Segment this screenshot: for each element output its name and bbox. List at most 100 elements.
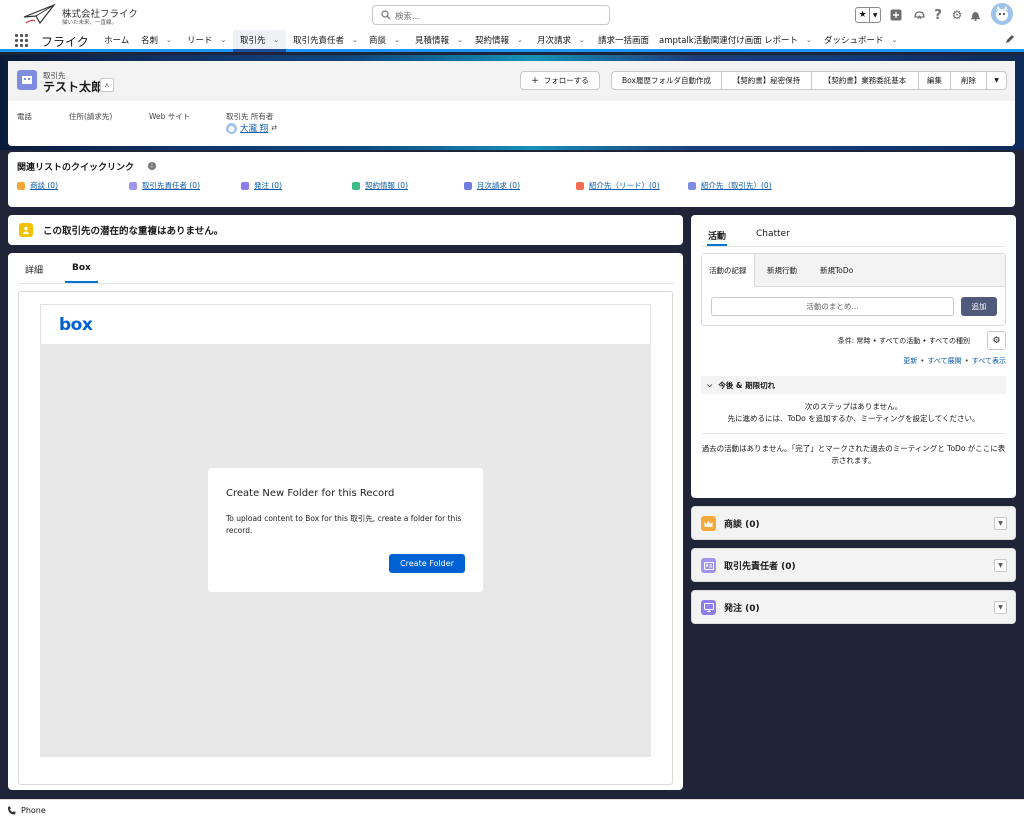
help-icon[interactable]: ? xyxy=(930,7,946,23)
activity-links: 更新 • すべて展開 • すべて表示 xyxy=(903,357,1006,365)
follow-button[interactable]: + フォローする xyxy=(520,71,600,90)
related-list-title[interactable]: 取引先責任者 (0) xyxy=(724,559,796,572)
box-logo: box xyxy=(59,315,93,335)
billing-icon xyxy=(464,181,472,190)
quick-link-contacts[interactable]: 取引先責任者 (0) xyxy=(129,180,200,191)
favorites-button[interactable]: ★ ▼ xyxy=(855,7,881,23)
quick-link-referral-leads[interactable]: 紹介先（リード）(0) xyxy=(576,180,660,191)
chevron-down-icon[interactable]: ▼ xyxy=(870,8,880,22)
chevron-down-icon: ⌵ xyxy=(707,380,713,389)
activity-publisher: 活動の記録 新規行動 新規ToDo 活動のまとめ... 追加 xyxy=(701,253,1006,326)
utility-bar: Phone xyxy=(0,799,1024,823)
nda-contract-button[interactable]: 【契約書】秘密保持 xyxy=(721,71,812,90)
nav-item-contacts[interactable]: 取引先責任者 ⌄ xyxy=(293,30,358,49)
publisher-tab-new-task[interactable]: 新規ToDo xyxy=(813,254,860,287)
nav-item-reports[interactable]: レポート ⌄ xyxy=(764,30,812,49)
chevron-down-icon: ⌄ xyxy=(457,35,463,44)
phone-icon xyxy=(8,806,16,815)
publisher-tab-log-call[interactable]: 活動の記録 xyxy=(702,254,755,287)
related-list-title[interactable]: 発注 (0) xyxy=(724,601,760,614)
global-header: 株式会社フライク 描いた未来、一直線。 検索... ★ ▼ ? ⚙ xyxy=(0,0,1024,30)
setup-gear-icon[interactable]: ⚙ xyxy=(949,7,965,23)
related-list-title[interactable]: 商談 (0) xyxy=(724,517,760,530)
activity-summary-input[interactable]: 活動のまとめ... xyxy=(711,297,954,316)
related-list-menu-button[interactable]: ▼ xyxy=(994,559,1007,572)
nav-item-quotes[interactable]: 見積情報 ⌄ xyxy=(415,30,463,49)
billing-address-field-label: 住所(請求先) xyxy=(69,112,113,121)
global-actions-icon[interactable] xyxy=(888,7,904,23)
related-list-menu-button[interactable]: ▼ xyxy=(994,517,1007,530)
hierarchy-button[interactable]: ⋏ xyxy=(100,78,114,92)
chevron-down-icon: ⌄ xyxy=(579,35,585,44)
chevron-down-icon: ⌄ xyxy=(352,35,358,44)
user-avatar[interactable] xyxy=(991,3,1013,25)
activity-filter-button[interactable]: ⚙ xyxy=(987,331,1006,350)
refresh-link[interactable]: 更新 xyxy=(903,357,917,365)
info-icon[interactable]: i xyxy=(148,162,156,170)
view-all-link[interactable]: すべて表示 xyxy=(972,357,1006,365)
related-list-menu-button[interactable]: ▼ xyxy=(994,601,1007,614)
nav-item-accounts[interactable]: 取引先 ⌄ xyxy=(233,30,287,52)
company-logo[interactable] xyxy=(22,3,56,27)
nav-item-dashboards[interactable]: ダッシュボード ⌄ xyxy=(824,30,897,49)
notifications-bell-icon[interactable] xyxy=(967,7,983,23)
nav-item-home[interactable]: ホーム xyxy=(104,30,129,49)
more-actions-button[interactable]: ▼ xyxy=(986,71,1007,90)
nav-item-business-cards[interactable]: 名刺 ⌄ xyxy=(141,30,172,49)
activity-panel: 活動 Chatter 活動の記録 新規行動 新規ToDo 活動のまとめ... 追… xyxy=(691,215,1016,498)
tab-activity[interactable]: 活動 xyxy=(707,229,728,246)
utility-phone[interactable]: Phone xyxy=(7,806,46,815)
order-icon xyxy=(241,181,249,190)
owner-link[interactable]: 大瀧 翔 xyxy=(240,122,268,134)
quick-link-orders[interactable]: 発注 (0) xyxy=(241,180,282,191)
nav-item-contracts[interactable]: 契約情報 ⌄ xyxy=(475,30,523,49)
referral-lead-icon xyxy=(576,181,584,190)
duplicate-alert-text: この取引先の潜在的な重複はありません。 xyxy=(43,226,224,237)
box-folder-auto-create-button[interactable]: Box履歴フォルダ自動作成 xyxy=(611,71,722,90)
nav-item-monthly-billing[interactable]: 月次請求 ⌄ xyxy=(537,30,585,49)
gear-icon: ⚙ xyxy=(992,335,1001,346)
upcoming-overdue-section[interactable]: ⌵ 今後 & 期限切れ xyxy=(701,376,1006,394)
brand-tagline: 描いた未来、一直線。 xyxy=(62,20,118,26)
owner-field: 大瀧 翔 ⇄ xyxy=(226,122,277,134)
record-main-panel: 詳細 Box box Create New Folder for this Re… xyxy=(8,253,683,790)
nav-item-amptalk[interactable]: amptalk活動関連付け画面 xyxy=(659,30,762,49)
chevron-down-icon: ⌄ xyxy=(394,35,400,44)
app-name: フライク xyxy=(41,35,89,49)
tab-chatter[interactable]: Chatter xyxy=(756,229,790,246)
quick-link-referral-accounts[interactable]: 紹介先（取引先）(0) xyxy=(688,180,772,191)
trailhead-icon[interactable] xyxy=(911,7,927,23)
change-owner-icon[interactable]: ⇄ xyxy=(271,124,277,132)
star-icon[interactable]: ★ xyxy=(856,8,871,22)
tab-box[interactable]: Box xyxy=(65,263,98,283)
tab-details[interactable]: 詳細 xyxy=(25,263,43,283)
add-activity-button[interactable]: 追加 xyxy=(961,297,997,316)
chevron-down-icon: ▼ xyxy=(994,77,999,84)
global-search[interactable]: 検索... xyxy=(372,5,610,25)
account-object-icon xyxy=(17,70,37,90)
service-contract-button[interactable]: 【契約書】業務委託基本 xyxy=(811,71,919,90)
nav-item-leads[interactable]: リード ⌄ xyxy=(187,30,226,49)
nav-item-opportunities[interactable]: 商談 ⌄ xyxy=(369,30,400,49)
app-launcher-icon[interactable] xyxy=(15,34,28,47)
duplicate-alert: この取引先の潜在的な重複はありません。 xyxy=(8,215,683,245)
publisher-tab-new-event[interactable]: 新規行動 xyxy=(760,254,804,287)
edit-button[interactable]: 編集 xyxy=(918,71,951,90)
quick-link-contracts[interactable]: 契約情報 (0) xyxy=(352,180,408,191)
delete-button[interactable]: 削除 xyxy=(950,71,987,90)
quick-link-opportunities[interactable]: 商談 (0) xyxy=(17,180,58,191)
chevron-down-icon: ⌄ xyxy=(220,35,227,44)
search-icon xyxy=(381,10,391,20)
opportunity-crown-icon xyxy=(701,516,716,531)
expand-all-link[interactable]: すべて展開 xyxy=(927,357,961,365)
quick-link-monthly-billing[interactable]: 月次請求 (0) xyxy=(464,180,520,191)
edit-nav-pencil-icon[interactable] xyxy=(1005,34,1015,44)
box-embed-frame: box Create New Folder for this Record To… xyxy=(18,291,673,785)
owner-field-label: 取引先 所有者 xyxy=(226,112,274,121)
no-next-steps-message: 次のステップはありません。 先に進めるには、ToDo を追加するか、ミーティング… xyxy=(727,402,980,423)
nav-item-bulk-billing[interactable]: 請求一括画面 xyxy=(598,30,649,49)
duplicate-warning-icon xyxy=(19,223,33,237)
create-folder-button[interactable]: Create Folder xyxy=(389,554,465,573)
related-list-opportunities: 商談 (0) ▼ xyxy=(691,506,1016,540)
no-past-activity-message: 過去の活動はありません。「完了」とマークされた過去のミーティングと ToDo が… xyxy=(701,444,1006,465)
